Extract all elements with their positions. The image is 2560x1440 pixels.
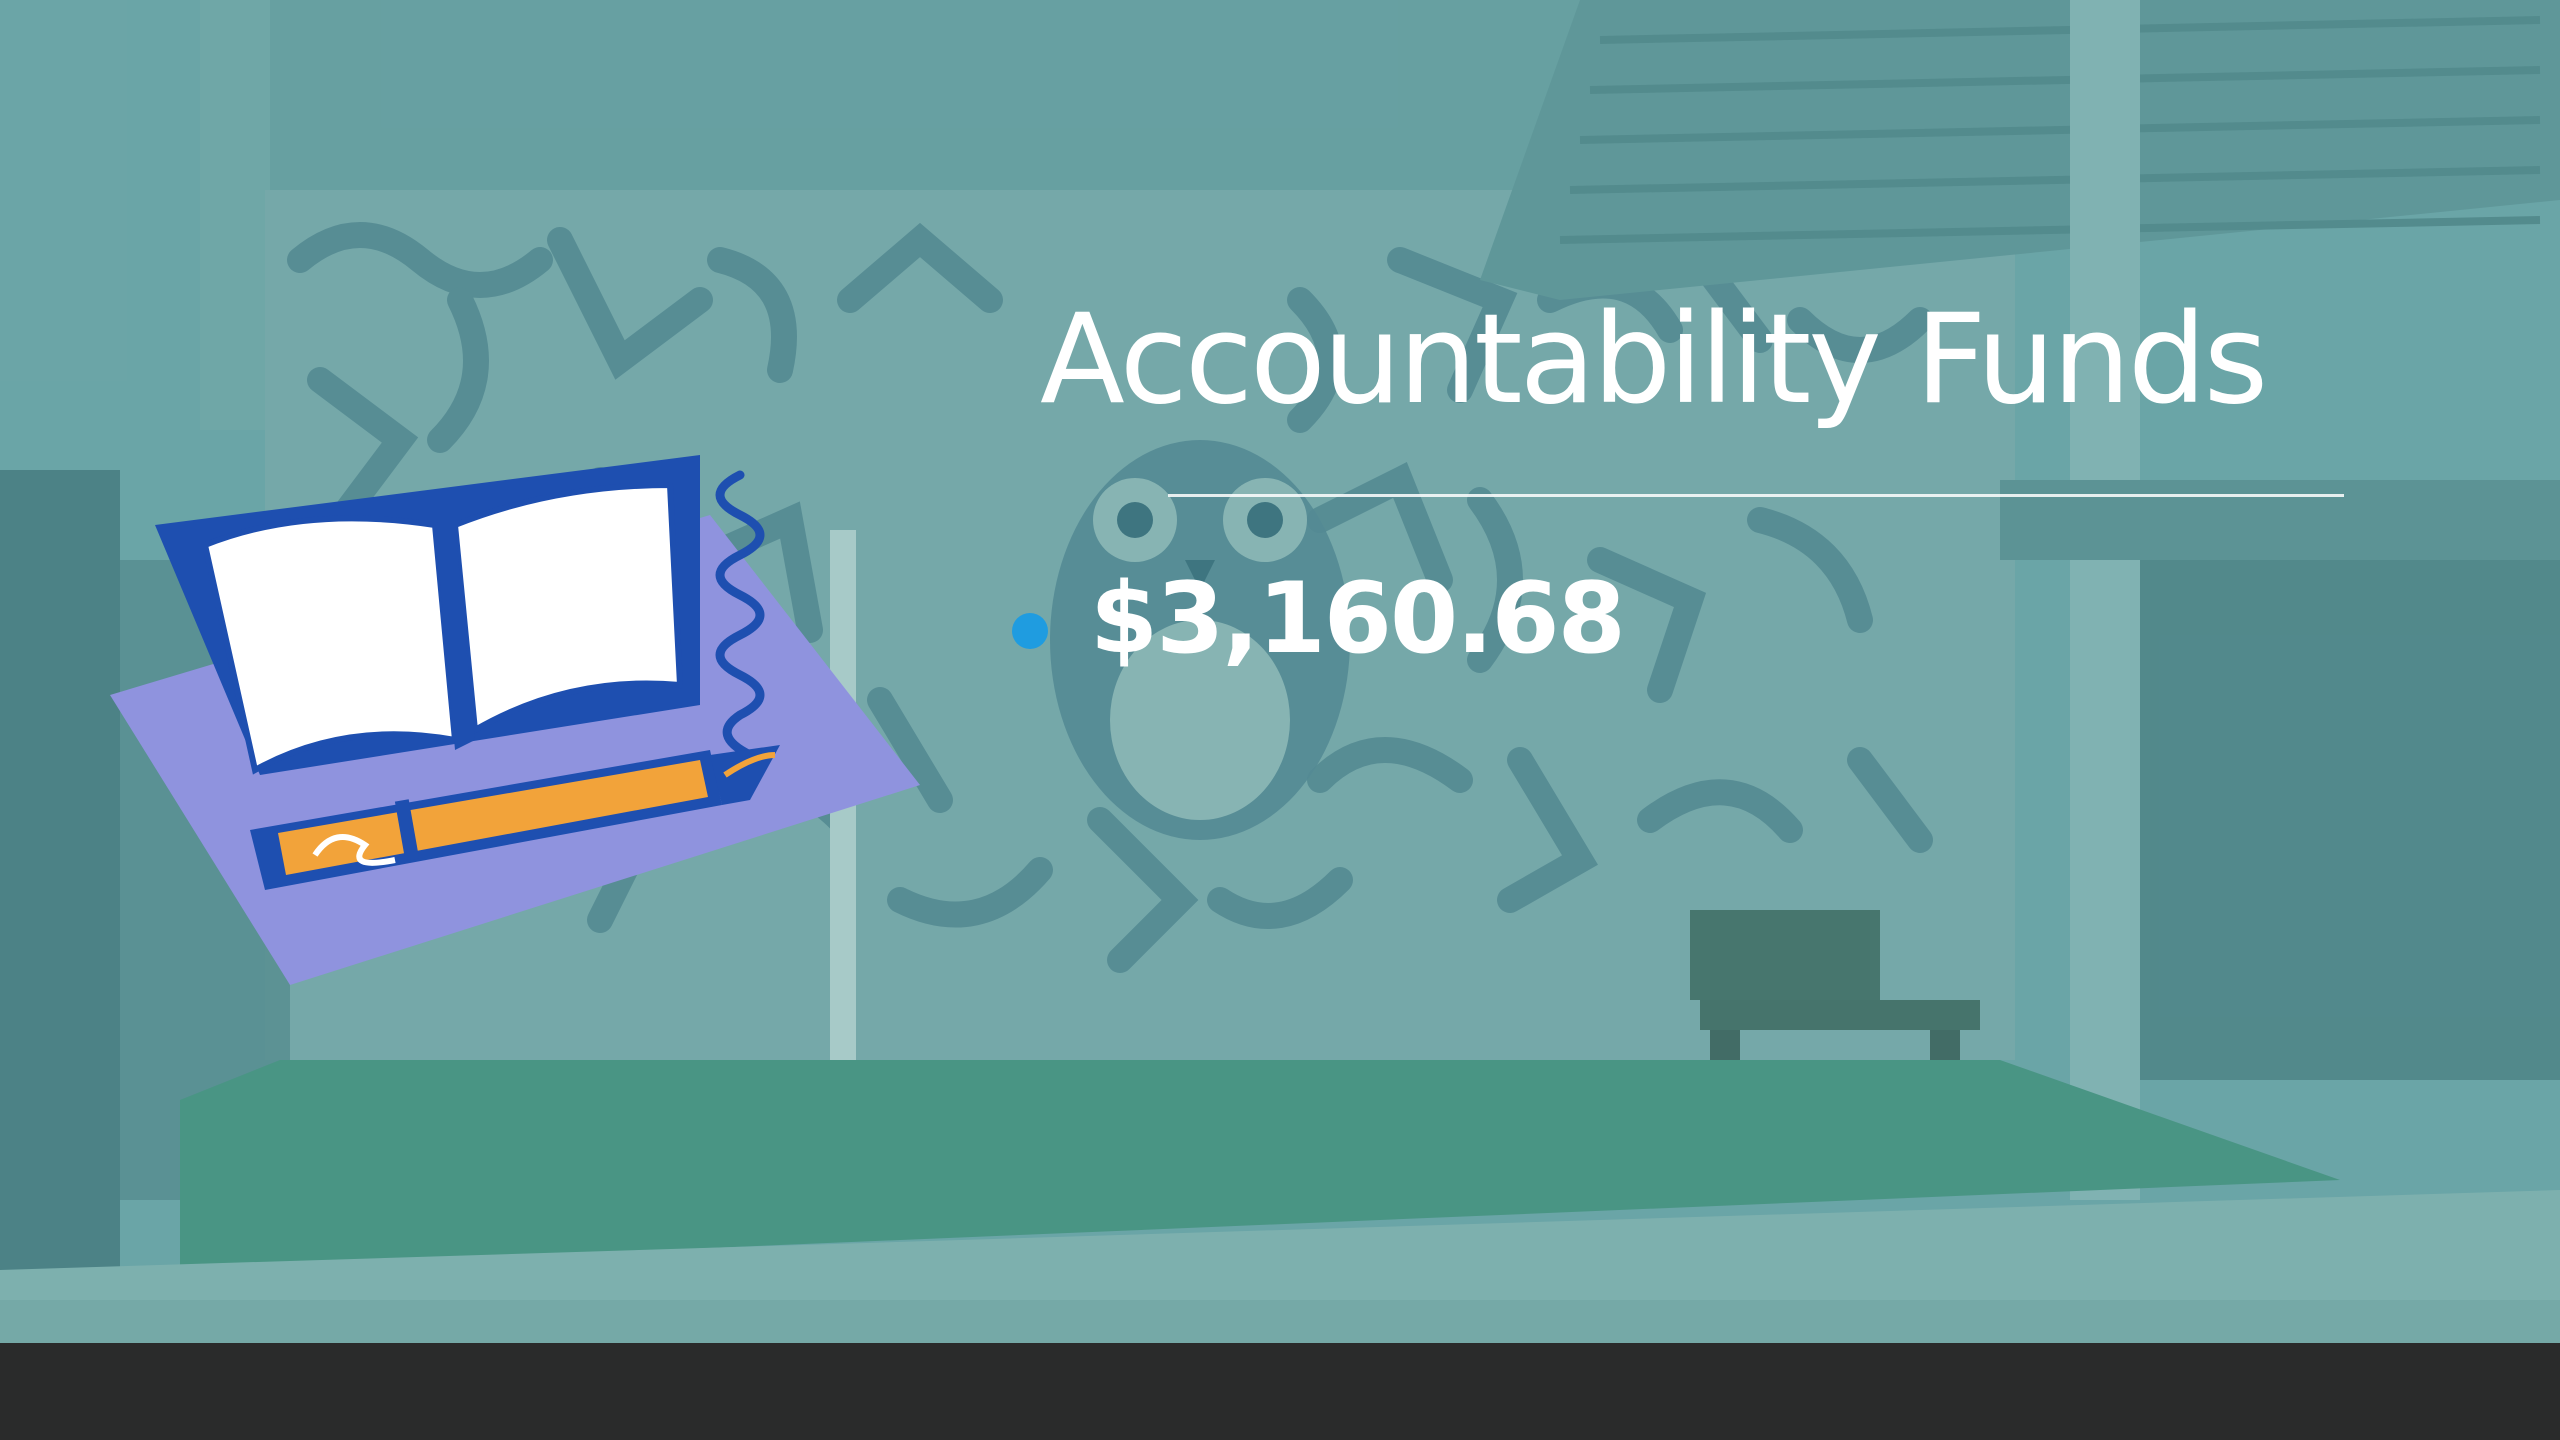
slide-title: Accountability Funds <box>1040 288 2268 432</box>
open-book-and-pen-icon <box>110 455 920 985</box>
bullet-item: $3,160.68 <box>1012 562 1626 676</box>
bottom-bar <box>0 1343 2560 1440</box>
slide: Accountability Funds $3,160.68 <box>0 0 2560 1343</box>
bullet-dot-icon <box>1012 613 1048 649</box>
funds-amount: $3,160.68 <box>1090 562 1626 676</box>
title-divider <box>1168 494 2344 497</box>
